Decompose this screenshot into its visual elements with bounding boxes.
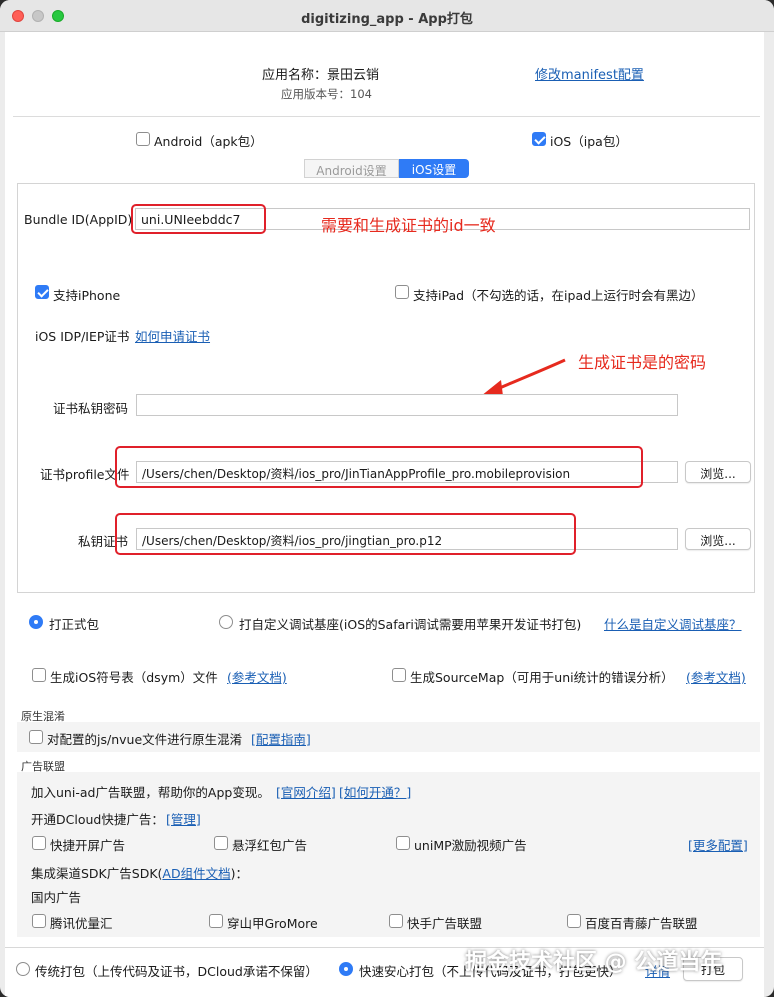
obfuscation-label: 对配置的js/nvue文件进行原生混淆 xyxy=(47,732,243,747)
custom-base-help-link[interactable]: 什么是自定义调试基座？ xyxy=(604,614,742,633)
annotation-bundle-box xyxy=(131,204,266,234)
video-ad-label: uniMP激励视频广告 xyxy=(414,838,527,853)
annotation-profile-box xyxy=(115,446,643,488)
more-config-link[interactable]: [更多配置] xyxy=(688,835,748,854)
tab-android-settings[interactable]: Android设置 xyxy=(304,159,399,178)
apply-cert-link[interactable]: 如何申请证书 xyxy=(135,326,210,345)
support-iphone-checkbox[interactable] xyxy=(35,285,49,299)
sourcemap-checkbox[interactable] xyxy=(392,668,406,682)
splash-ad-label: 快捷开屏广告 xyxy=(50,838,126,853)
domestic-ads-label: 国内广告 xyxy=(31,890,82,905)
redpack-ad-checkbox[interactable] xyxy=(214,836,228,850)
dsym-docs-link[interactable]: (参考文档) xyxy=(227,667,287,686)
window-title: digitizing_app - App打包 xyxy=(301,12,473,27)
gromore-ad-checkbox[interactable] xyxy=(209,914,223,928)
sdk-ads-label-post: )： xyxy=(230,866,248,881)
dsym-checkbox[interactable] xyxy=(32,668,46,682)
obfuscation-checkbox[interactable] xyxy=(29,730,43,744)
browse-profile-button[interactable]: 浏览... xyxy=(685,461,751,483)
app-version: 应用版本号：104 xyxy=(281,87,372,101)
video-ad-checkbox[interactable] xyxy=(396,836,410,850)
ads-intro: 加入uni-ad广告联盟，帮助你的App变现。 xyxy=(31,785,270,800)
fast-pack-radio[interactable] xyxy=(339,962,353,976)
support-iphone-label: 支持iPhone xyxy=(53,288,121,303)
quick-ads-label: 开通DCloud快捷广告： xyxy=(31,812,164,827)
app-pack-window: digitizing_app - App打包 应用名称：景田云销 应用版本号：1… xyxy=(0,0,774,997)
android-checkbox[interactable] xyxy=(136,132,150,146)
dsym-label: 生成iOS符号表（dsym）文件 xyxy=(50,670,218,685)
header-divider xyxy=(13,116,760,117)
sdk-ads-label: 集成渠道SDK广告SDK(AD组件文档)： xyxy=(31,863,248,882)
annotation-p12-box xyxy=(115,513,576,555)
sourcemap-label: 生成SourceMap（可用于uni统计的错误分析） xyxy=(410,670,674,685)
support-ipad-checkbox[interactable] xyxy=(395,285,409,299)
formal-build-radio[interactable] xyxy=(29,615,43,629)
kuaishou-ad-label: 快手广告联盟 xyxy=(407,916,483,931)
gromore-ad-label: 穿山甲GroMore xyxy=(227,916,318,931)
ad-component-docs-link[interactable]: AD组件文档 xyxy=(162,866,230,881)
app-name: 应用名称：景田云销 xyxy=(262,68,380,83)
obfuscation-guide-link[interactable]: [配置指南] xyxy=(251,729,311,748)
cert-password-input[interactable] xyxy=(136,394,678,416)
custom-base-label: 打自定义调试基座(iOS的Safari调试需要用苹果开发证书打包) xyxy=(239,617,582,632)
annotation-bundle-note: 需要和生成证书的id一致 xyxy=(321,216,496,235)
tab-ios-settings[interactable]: iOS设置 xyxy=(399,159,469,178)
bundle-id-label: Bundle ID(AppID) xyxy=(24,212,133,227)
tencent-ad-checkbox[interactable] xyxy=(32,914,46,928)
ios-label: iOS（ipa包） xyxy=(550,134,628,149)
traditional-pack-label: 传统打包（上传代码及证书，DCloud承诺不保留） xyxy=(35,964,318,979)
android-label: Android（apk包） xyxy=(154,134,263,149)
sdk-ads-label-pre: 集成渠道SDK广告SDK( xyxy=(31,866,163,881)
watermark-text: 掘金技术社区 @ 公道当年 xyxy=(465,950,723,975)
baidu-ad-label: 百度百青藤广告联盟 xyxy=(585,916,698,931)
edit-manifest-link[interactable]: 修改manifest配置 xyxy=(535,64,644,83)
custom-base-radio[interactable] xyxy=(219,615,233,629)
ios-cert-label: iOS IDP/IEP证书 xyxy=(35,329,130,344)
formal-build-label: 打正式包 xyxy=(49,617,100,632)
sourcemap-docs-link[interactable]: (参考文档) xyxy=(686,667,746,686)
ios-checkbox[interactable] xyxy=(532,132,546,146)
traditional-pack-radio[interactable] xyxy=(16,962,30,976)
title-bar: digitizing_app - App打包 xyxy=(0,0,774,32)
kuaishou-ad-checkbox[interactable] xyxy=(389,914,403,928)
tencent-ad-label: 腾讯优量汇 xyxy=(50,916,113,931)
browse-p12-button[interactable]: 浏览... xyxy=(685,528,751,550)
ads-intro-link[interactable]: [官网介绍] xyxy=(276,782,336,801)
annotation-password-note: 生成证书是的密码 xyxy=(578,353,707,372)
cert-password-label: 证书私钥密码 xyxy=(53,401,129,416)
support-ipad-label: 支持iPad（不勾选的话，在ipad上运行时会有黑边） xyxy=(413,288,704,303)
main-pane: 应用名称：景田云销 应用版本号：104 修改manifest配置 Android… xyxy=(5,32,764,997)
ads-howto-link[interactable]: [如何开通？] xyxy=(339,782,411,801)
quick-ads-manage-link[interactable]: [管理] xyxy=(166,809,201,828)
redpack-ad-label: 悬浮红包广告 xyxy=(232,838,308,853)
baidu-ad-checkbox[interactable] xyxy=(567,914,581,928)
splash-ad-checkbox[interactable] xyxy=(32,836,46,850)
